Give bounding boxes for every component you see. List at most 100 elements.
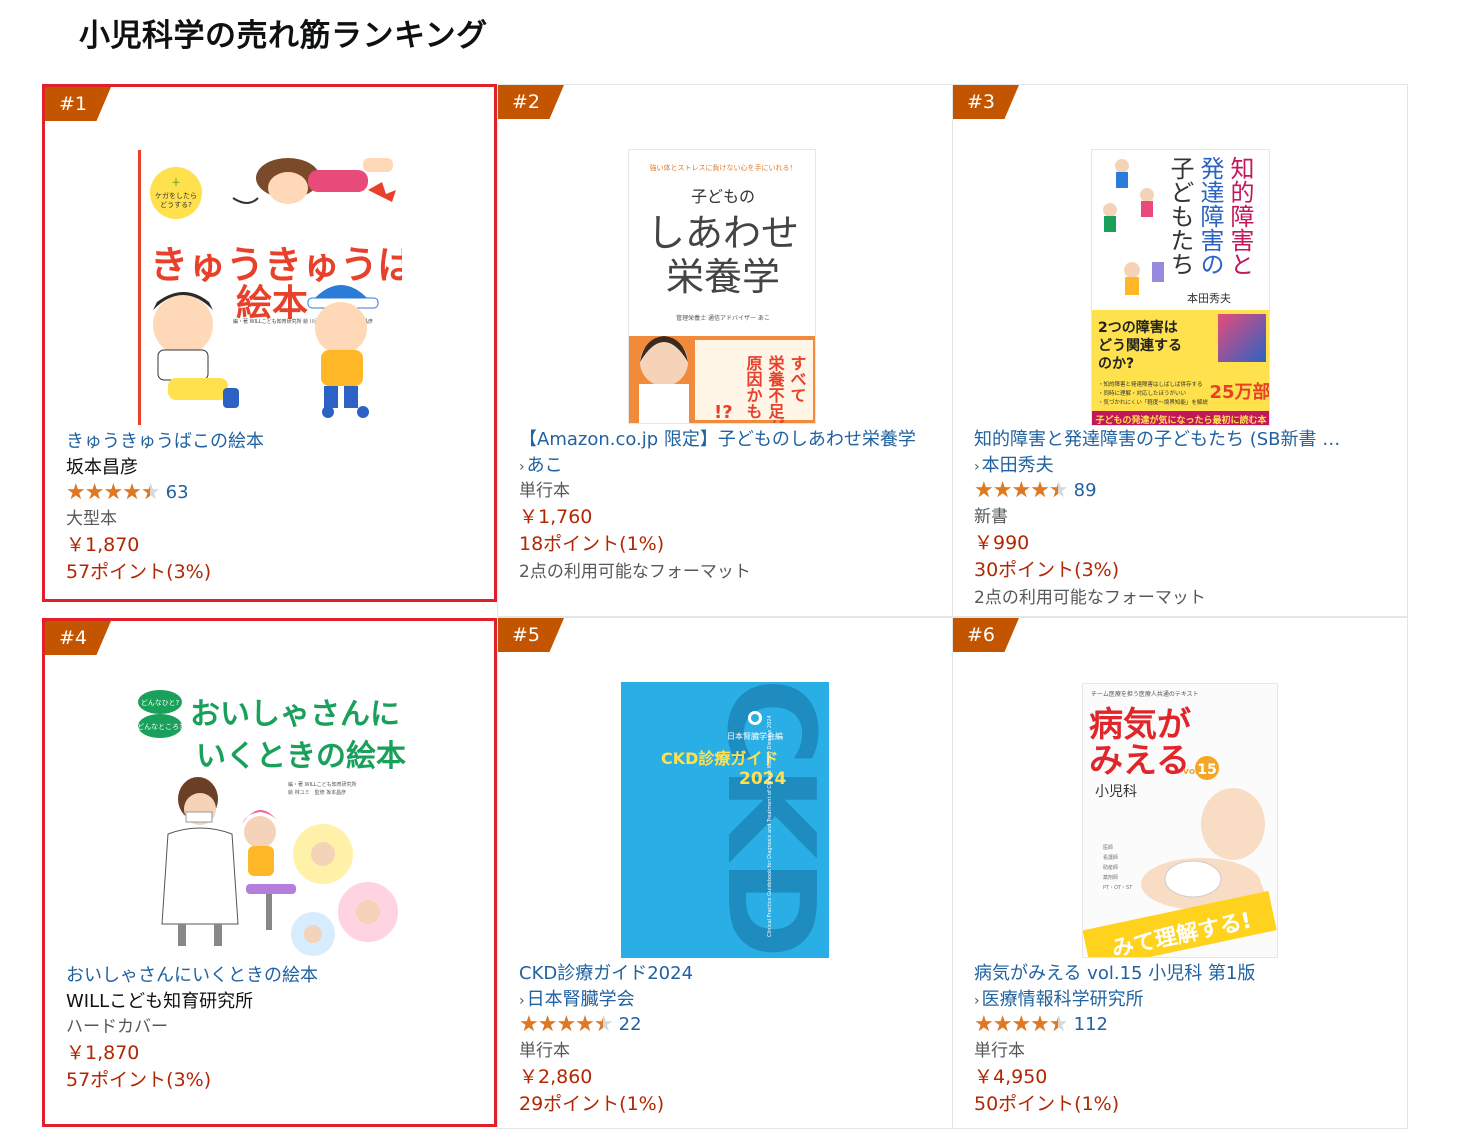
cover-illustration: CKD 日本腎臓学会編 CKD診療ガイド 2024 Clinical Pract… (621, 682, 829, 958)
cover-illustration: どんなひと? どんなところ? おいしゃさんに いくときの絵本 編・著 WILLこ… (138, 684, 410, 959)
book-cover-image[interactable]: 強い体とストレスに負けない心を手にいれる！ 子どもの しあわせ 栄養学 管理栄養… (628, 149, 816, 424)
product-info: おいしゃさんにいくときの絵本 WILLこども知育研究所 ハードカバー ￥1,87… (66, 963, 486, 1094)
chevron-right-icon: › (519, 459, 525, 475)
svg-text:のか?: のか? (1098, 356, 1134, 372)
product-format: 大型本 (66, 509, 117, 529)
product-points: 18ポイント(1%) (519, 533, 665, 555)
svg-text:絵 林ユミ 監修 坂本昌彦: 絵 林ユミ 監修 坂本昌彦 (288, 789, 346, 796)
product-info: 知的障害と発達障害の子どもたち (SB新書 … ›本田秀夫 ★★★★★★★★★★… (974, 427, 1399, 612)
product-card-1[interactable]: #1 ＋ ケガをしたら どうする? きゅうきゅうばこの 絵本 編・著 WILLこ… (42, 84, 497, 602)
other-formats-link[interactable]: 2点の利用可能なフォーマット (974, 584, 1399, 612)
svg-text:・同時に理解・対応したほうがいい: ・同時に理解・対応したほうがいい (1098, 389, 1187, 397)
product-format: 新書 (974, 507, 1008, 527)
product-card-6[interactable]: #6 チーム医療を担う医療人共通のテキスト 病気が みえる vol. 15 小児… (952, 617, 1408, 1129)
chevron-right-icon: › (974, 993, 980, 1009)
product-title-link[interactable]: 知的障害と発達障害の子どもたち (SB新書 … (974, 427, 1399, 453)
product-price: ￥2,860 (519, 1066, 593, 1088)
product-points: 29ポイント(1%) (519, 1093, 665, 1115)
product-points: 57ポイント(3%) (66, 1069, 212, 1091)
svg-text:発達障害の: 発達障害の (1196, 156, 1224, 276)
other-formats-link[interactable]: 2点の利用可能なフォーマット (519, 558, 944, 586)
product-price: ￥1,870 (66, 534, 140, 556)
svg-text:小児科: 小児科 (1095, 784, 1137, 800)
svg-text:栄養学: 栄養学 (666, 255, 780, 299)
product-card-3[interactable]: #3 知的障害と 発達障害の 子どもたち 本田秀夫 2つの障害は どう関連する … (952, 84, 1408, 617)
product-title-link[interactable]: きゅうきゅうばこの絵本 (66, 429, 486, 455)
product-author-link[interactable]: › 医療情報科学研究所 (974, 987, 1399, 1012)
svg-text:どうする?: どうする? (160, 201, 192, 209)
product-title-link[interactable]: CKD診療ガイド2024 (519, 961, 944, 987)
star-rating-icon[interactable]: ★★★★★★★★★★ (974, 1014, 1069, 1036)
svg-text:知的障害と: 知的障害と (1226, 156, 1254, 276)
product-author-link[interactable]: › 本田秀夫 (974, 453, 1399, 478)
svg-text:看護師: 看護師 (1103, 854, 1118, 861)
product-price: ￥1,870 (66, 1042, 140, 1064)
product-author-link[interactable]: › あこ (519, 453, 944, 478)
product-price: ￥990 (974, 532, 1030, 554)
svg-text:強い体とストレスに負けない心を手にいれる！: 強い体とストレスに負けない心を手にいれる！ (650, 163, 797, 172)
cover-title-line2: 絵本 (236, 283, 308, 324)
svg-text:CKD診療ガイド: CKD診療ガイド (661, 749, 778, 768)
product-info: 【Amazon.co.jp 限定】子どものしあわせ栄養学 › あこ 単行本 ￥1,… (519, 427, 944, 586)
svg-text:チーム医療を担う医療人共通のテキスト: チーム医療を担う医療人共通のテキスト (1091, 690, 1199, 698)
product-format: 単行本 (974, 1041, 1025, 1061)
review-count-link[interactable]: 63 (166, 480, 189, 506)
cover-badge-text: ケガをしたら (155, 191, 197, 200)
chevron-right-icon: › (974, 459, 980, 475)
svg-text:おいしゃさんに: おいしゃさんに (190, 697, 400, 732)
page-title: 小児科学の売れ筋ランキング (79, 18, 488, 54)
product-rating: ★★★★★★★★★★ 63 (66, 480, 486, 506)
svg-text:しあわせ: しあわせ (647, 211, 799, 255)
svg-text:管理栄養士 通信アドバイザー あこ: 管理栄養士 通信アドバイザー あこ (676, 314, 770, 322)
product-format: 単行本 (519, 1041, 570, 1061)
book-cover-image[interactable]: 知的障害と 発達障害の 子どもたち 本田秀夫 2つの障害は どう関連する のか?… (1091, 149, 1270, 426)
product-author: 坂本昌彦 (66, 457, 138, 478)
product-title-link[interactable]: おいしゃさんにいくときの絵本 (66, 963, 486, 989)
svg-text:本田秀夫: 本田秀夫 (1187, 291, 1231, 305)
rank-badge: #6 (953, 618, 1019, 652)
book-cover-image[interactable]: どんなひと? どんなところ? おいしゃさんに いくときの絵本 編・著 WILLこ… (138, 684, 410, 959)
svg-text:助産師: 助産師 (1103, 864, 1118, 871)
product-card-5[interactable]: #5 CKD 日本腎臓学会編 CKD診療ガイド 2024 Clinical Pr… (497, 617, 953, 1129)
book-cover-image[interactable]: ＋ ケガをしたら どうする? きゅうきゅうばこの 絵本 編・著 WILLこども知… (138, 150, 402, 425)
svg-text:2024: 2024 (739, 769, 786, 789)
star-rating-icon[interactable]: ★★★★★★★★★★ (519, 1014, 614, 1036)
review-count-link[interactable]: 22 (619, 1012, 642, 1038)
svg-text:CKD: CKD (700, 682, 829, 958)
cover-illustration: 強い体とストレスに負けない心を手にいれる！ 子どもの しあわせ 栄養学 管理栄養… (629, 150, 815, 423)
svg-text:子どもの発達が気になったら最初に読む本: 子どもの発達が気になったら最初に読む本 (1095, 414, 1267, 426)
book-cover-image[interactable]: チーム医療を担う医療人共通のテキスト 病気が みえる vol. 15 小児科 医… (1082, 683, 1278, 958)
svg-text:!?: !? (714, 402, 733, 423)
cover-illustration: ＋ ケガをしたら どうする? きゅうきゅうばこの 絵本 編・著 WILLこども知… (138, 150, 402, 425)
rank-badge: #3 (953, 85, 1019, 119)
svg-text:日本腎臓学会編: 日本腎臓学会編 (727, 731, 783, 741)
product-format: ハードカバー (66, 1017, 168, 1037)
star-rating-icon[interactable]: ★★★★★★★★★★ (974, 480, 1069, 502)
svg-text:原因かも: 原因かも (744, 355, 763, 419)
product-card-4[interactable]: #4 どんなひと? どんなところ? おいしゃさんに いくときの絵本 編・著 WI… (42, 618, 497, 1127)
product-title-link[interactable]: 病気がみえる vol.15 小児科 第1版 (974, 961, 1399, 987)
svg-text:15: 15 (1197, 762, 1216, 778)
svg-text:2つの障害は: 2つの障害は (1098, 319, 1178, 336)
star-rating-icon[interactable]: ★★★★★★★★★★ (66, 482, 161, 504)
rank-badge: #2 (498, 85, 564, 119)
cover-illustration: 知的障害と 発達障害の 子どもたち 本田秀夫 2つの障害は どう関連する のか?… (1092, 150, 1269, 426)
cover-illustration: チーム医療を担う医療人共通のテキスト 病気が みえる vol. 15 小児科 医… (1083, 684, 1277, 957)
product-rating: ★★★★★★★★★★ 112 (974, 1012, 1399, 1038)
svg-text:どんなひと?: どんなひと? (141, 699, 180, 707)
product-rating: ★★★★★★★★★★ 22 (519, 1012, 944, 1038)
svg-text:すべて: すべて (788, 355, 807, 403)
review-count-link[interactable]: 89 (1074, 478, 1097, 504)
product-points: 50ポイント(1%) (974, 1093, 1120, 1115)
product-price: ￥1,760 (519, 506, 593, 528)
svg-text:いくときの絵本: いくときの絵本 (196, 739, 406, 774)
product-author: WILLこども知育研究所 (66, 991, 254, 1012)
book-cover-image[interactable]: CKD 日本腎臓学会編 CKD診療ガイド 2024 Clinical Pract… (621, 682, 829, 958)
product-card-2[interactable]: #2 強い体とストレスに負けない心を手にいれる！ 子どもの しあわせ 栄養学 管… (497, 84, 953, 617)
svg-text:病気が: 病気が (1089, 705, 1191, 745)
product-author-link[interactable]: › 日本腎臓学会 (519, 987, 944, 1012)
review-count-link[interactable]: 112 (1074, 1012, 1108, 1038)
product-info: CKD診療ガイド2024 ›日本腎臓学会 ★★★★★★★★★★ 22 単行本 ￥… (519, 961, 944, 1118)
product-title-link[interactable]: 【Amazon.co.jp 限定】子どものしあわせ栄養学 (519, 427, 944, 453)
product-price: ￥4,950 (974, 1066, 1048, 1088)
